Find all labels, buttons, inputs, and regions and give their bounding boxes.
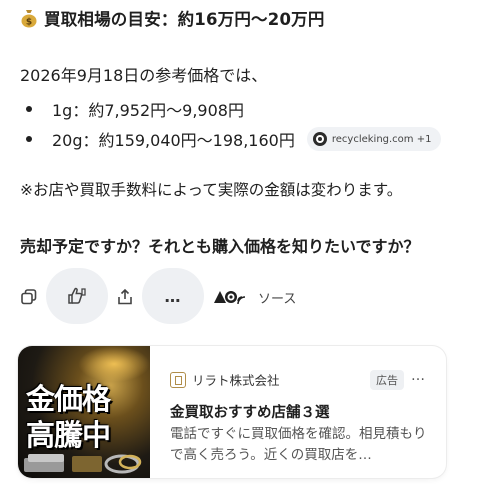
share-button[interactable] bbox=[112, 284, 138, 310]
source-chip-label: recycleking.com +1 bbox=[331, 133, 432, 145]
follow-up-question: 売却予定ですか？それとも購入価格を知りたいですか？ bbox=[20, 237, 420, 256]
ad-card[interactable]: 金価格 高騰中 リラト株式会社 広告 … 金買取おすすめ店舗３選 電話ですぐに買… bbox=[18, 346, 446, 478]
price-list: 1g：約7,952円～9,908円 20g：約159,040円～198,160円… bbox=[26, 94, 442, 154]
money-bag-icon: $ bbox=[21, 10, 37, 28]
copy-icon bbox=[21, 289, 37, 305]
heading-text: 買取相場の目安：約16万円～20万円 bbox=[44, 10, 325, 29]
advertiser-name: リラト株式会社 bbox=[192, 373, 280, 388]
price-per-gram: 1g：約7,952円～9,908円 bbox=[52, 101, 244, 120]
source-chip[interactable]: recycleking.com +1 bbox=[306, 127, 442, 151]
intro-text: 2026年9月18日の参考価格では、 bbox=[20, 66, 268, 85]
feedback-button[interactable] bbox=[46, 268, 108, 324]
action-bar: … ソース bbox=[0, 268, 498, 324]
sources-button[interactable]: ソース bbox=[212, 284, 296, 310]
sources-label: ソース bbox=[258, 291, 297, 307]
share-icon bbox=[118, 288, 132, 305]
ad-menu-button[interactable]: … bbox=[411, 368, 426, 384]
bullet-dot bbox=[26, 106, 32, 112]
ad-badge: 広告 bbox=[370, 370, 404, 390]
advertiser-logo-icon bbox=[170, 371, 186, 388]
price-20g: 20g：約159,040円～198,160円 bbox=[52, 131, 295, 150]
ad-description: 電話ですぐに買取価格を確認。相見積もりで高く売ろう。近くの買取店を… bbox=[170, 426, 427, 463]
ad-title[interactable]: 金買取おすすめ店舗３選 bbox=[170, 401, 330, 422]
svg-text:$: $ bbox=[26, 18, 32, 28]
ad-image-headline-2: 高騰中 bbox=[26, 418, 111, 452]
source-favicons-icon bbox=[214, 291, 246, 305]
list-item: 20g：約159,040円～198,160円 recycleking.com +… bbox=[26, 124, 442, 154]
copy-button[interactable] bbox=[16, 284, 42, 310]
bullet-dot bbox=[26, 136, 32, 142]
answer-heading: $ 買取相場の目安：約16万円～20万円 bbox=[20, 6, 325, 30]
ad-advertiser: リラト株式会社 bbox=[170, 370, 280, 389]
thumbs-up-down-icon bbox=[68, 287, 86, 304]
site-favicon-icon bbox=[312, 132, 327, 146]
list-item: 1g：約7,952円～9,908円 bbox=[26, 94, 441, 124]
ad-image: 金価格 高騰中 bbox=[18, 346, 150, 478]
more-options-button[interactable]: … bbox=[142, 268, 204, 324]
disclaimer-note: ※お店や買取手数料によって実際の金額は変わります。 bbox=[20, 181, 403, 199]
more-dots-icon: … bbox=[164, 286, 182, 306]
